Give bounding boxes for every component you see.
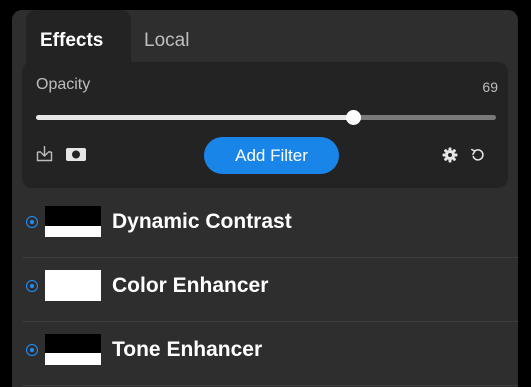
tab-effects[interactable]: Effects <box>26 10 131 64</box>
filter-row[interactable]: Tone Enhancer <box>22 322 518 386</box>
save-preset-icon[interactable] <box>36 145 53 162</box>
undo-icon[interactable] <box>470 147 486 163</box>
filter-row[interactable]: Color Enhancer <box>22 258 518 322</box>
gear-icon[interactable] <box>442 147 458 163</box>
opacity-slider-thumb[interactable] <box>346 110 362 125</box>
filter-enable-toggle[interactable] <box>26 280 38 292</box>
add-filter-button[interactable]: Add Filter <box>204 137 339 174</box>
filter-row[interactable]: Dynamic Contrast <box>22 194 518 258</box>
opacity-label: Opacity <box>36 76 91 93</box>
filter-thumbnail <box>45 206 101 237</box>
tab-bar: Effects Local <box>12 10 518 64</box>
opacity-slider[interactable] <box>36 110 496 125</box>
filter-enable-toggle[interactable] <box>26 344 38 356</box>
effects-panel: Effects Local Opacity 69 Add Filter Dyna… <box>12 10 518 387</box>
filter-enable-toggle[interactable] <box>26 216 38 228</box>
filter-name[interactable]: Dynamic Contrast <box>112 210 292 234</box>
filter-thumbnail <box>45 334 101 365</box>
tab-local[interactable]: Local <box>144 10 189 64</box>
mask-icon[interactable] <box>65 147 87 162</box>
opacity-value[interactable]: 69 <box>482 79 498 95</box>
opacity-slider-fill <box>36 115 354 120</box>
filter-name[interactable]: Tone Enhancer <box>112 338 262 362</box>
filter-name[interactable]: Color Enhancer <box>112 274 268 298</box>
filter-thumbnail <box>45 270 101 301</box>
filter-controls: Opacity 69 Add Filter <box>22 62 508 188</box>
